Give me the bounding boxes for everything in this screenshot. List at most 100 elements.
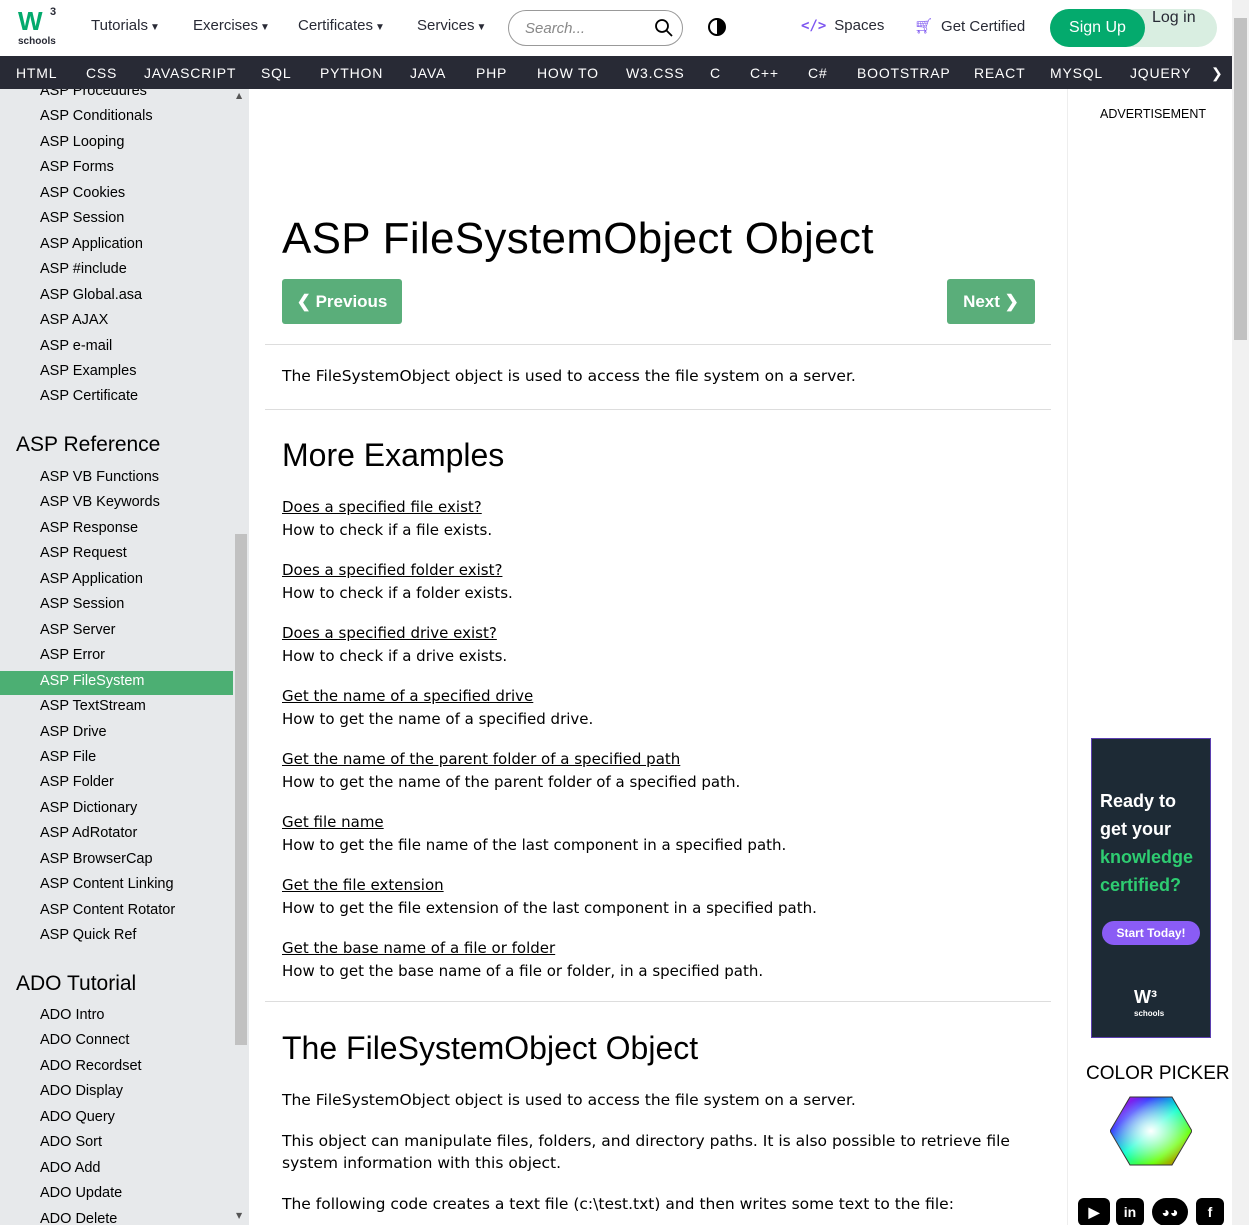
subnav-item[interactable]: SQL bbox=[261, 65, 291, 81]
sidebar-item[interactable]: ASP Error bbox=[40, 647, 105, 663]
sidebar-item[interactable]: ASP Cookies bbox=[40, 185, 125, 201]
logo-wordmark: schools bbox=[18, 36, 56, 47]
subnav-item[interactable]: HTML bbox=[16, 65, 57, 81]
sign-up-button[interactable]: Sign Up bbox=[1050, 9, 1145, 47]
sidebar-item[interactable]: ASP Application bbox=[40, 571, 143, 587]
sidebar-item[interactable]: ASP Session bbox=[40, 596, 124, 612]
example-link[interactable]: Get the name of a specified drive bbox=[282, 687, 533, 705]
subnav-next-arrow-icon[interactable]: ❯ bbox=[1211, 65, 1224, 82]
subnav-item[interactable]: C# bbox=[808, 65, 828, 81]
youtube-icon[interactable]: ▶ bbox=[1078, 1198, 1110, 1225]
sidebar-item[interactable]: ASP Quick Ref bbox=[40, 927, 136, 943]
sidebar-item[interactable]: ASP AJAX bbox=[40, 312, 108, 328]
example-link[interactable]: Get the base name of a file or folder bbox=[282, 939, 555, 957]
sidebar-item[interactable]: ASP AdRotator bbox=[40, 825, 137, 841]
subnav-item[interactable]: JAVA bbox=[410, 65, 446, 81]
search-icon[interactable] bbox=[654, 18, 674, 38]
sidebar-item[interactable]: ASP Content Rotator bbox=[40, 902, 175, 918]
spaces-label: Spaces bbox=[834, 17, 885, 34]
get-certified-link[interactable]: 🛒︎ Get Certified bbox=[914, 17, 1025, 35]
log-in-button[interactable]: Log in bbox=[1152, 9, 1196, 47]
sidebar-item[interactable]: ASP Drive bbox=[40, 724, 107, 740]
subnav-item[interactable]: C bbox=[710, 65, 721, 81]
sidebar-item[interactable]: ASP Procedures bbox=[40, 89, 147, 99]
example-link[interactable]: Does a specified folder exist? bbox=[282, 561, 502, 579]
example-description: How to get the file extension of the las… bbox=[282, 899, 817, 917]
search-box bbox=[508, 10, 683, 46]
fso-paragraph-3: The following code creates a text file (… bbox=[282, 1195, 954, 1213]
promo-line-3: knowledge bbox=[1100, 847, 1194, 867]
page-scroll-thumb[interactable] bbox=[1234, 18, 1247, 340]
subnav-item[interactable]: JQUERY bbox=[1130, 65, 1191, 81]
subnav-item[interactable]: JAVASCRIPT bbox=[144, 65, 236, 81]
sidebar-item[interactable]: ASP Global.asa bbox=[40, 287, 142, 303]
sidebar-item[interactable]: ASP Folder bbox=[40, 774, 114, 790]
sidebar-item[interactable]: ADO Sort bbox=[40, 1134, 102, 1150]
start-today-button[interactable]: Start Today! bbox=[1102, 921, 1200, 945]
sidebar-item[interactable]: ASP Session bbox=[40, 210, 124, 226]
sidebar-item[interactable]: ASP Conditionals bbox=[40, 108, 153, 124]
subnav-item[interactable]: C++ bbox=[750, 65, 779, 81]
next-button[interactable]: Next ❯ bbox=[947, 279, 1035, 324]
sidebar-item[interactable]: ASP Response bbox=[40, 520, 138, 536]
sidebar-item[interactable]: ASP TextStream bbox=[40, 698, 146, 714]
sidebar-item[interactable]: ASP Request bbox=[40, 545, 127, 561]
linkedin-icon[interactable]: in bbox=[1116, 1198, 1144, 1225]
example-link[interactable]: Get the name of the parent folder of a s… bbox=[282, 750, 680, 768]
tutorials-menu[interactable]: Tutorials ▼ bbox=[91, 17, 160, 34]
sidebar-item[interactable]: ADO Update bbox=[40, 1185, 122, 1201]
sidebar-item[interactable]: ASP VB Keywords bbox=[40, 494, 160, 510]
sidebar-item[interactable]: ASP BrowserCap bbox=[40, 851, 153, 867]
example-link[interactable]: Get file name bbox=[282, 813, 384, 831]
example-link[interactable]: Get the file extension bbox=[282, 876, 444, 894]
subnav-item[interactable]: HOW TO bbox=[537, 65, 599, 81]
sidebar-item[interactable]: ADO Connect bbox=[40, 1032, 129, 1048]
color-wheel-icon[interactable] bbox=[1110, 1095, 1192, 1167]
services-menu[interactable]: Services ▼ bbox=[417, 17, 486, 34]
subnav-item[interactable]: MYSQL bbox=[1050, 65, 1103, 81]
sidebar-item[interactable]: ADO Delete bbox=[40, 1211, 117, 1225]
subnav-item[interactable]: W3.CSS bbox=[626, 65, 684, 81]
sidebar-item[interactable]: ASP Content Linking bbox=[40, 876, 174, 892]
sidebar-item[interactable]: ASP Looping bbox=[40, 134, 124, 150]
subnav-item[interactable]: REACT bbox=[974, 65, 1025, 81]
example-link[interactable]: Does a specified file exist? bbox=[282, 498, 482, 516]
sidebar-item[interactable]: ADO Recordset bbox=[40, 1058, 142, 1074]
sidebar-item[interactable]: ADO Add bbox=[40, 1160, 100, 1176]
subnav-item[interactable]: PYTHON bbox=[320, 65, 383, 81]
facebook-icon[interactable]: f bbox=[1196, 1198, 1224, 1225]
subnav-item[interactable]: PHP bbox=[476, 65, 507, 81]
previous-button[interactable]: ❮ Previous bbox=[282, 279, 402, 324]
w3schools-logo[interactable]: W 3 schools bbox=[14, 6, 62, 48]
spaces-link[interactable]: </> Spaces bbox=[801, 17, 884, 34]
search-input[interactable] bbox=[525, 18, 645, 38]
sidebar-item[interactable]: ASP e-mail bbox=[40, 338, 112, 354]
discord-icon[interactable]: ◕◕ bbox=[1152, 1198, 1188, 1225]
sidebar-item-active[interactable]: ASP FileSystem bbox=[40, 673, 145, 689]
scroll-down-arrow-icon[interactable]: ▼ bbox=[236, 1211, 242, 1220]
sidebar-item[interactable]: ASP File bbox=[40, 749, 96, 765]
scroll-up-arrow-icon[interactable]: ▲ bbox=[236, 91, 242, 100]
sidebar-item[interactable]: ASP #include bbox=[40, 261, 127, 277]
certificates-menu[interactable]: Certificates ▼ bbox=[298, 17, 385, 34]
exercises-menu[interactable]: Exercises ▼ bbox=[193, 17, 270, 34]
sidebar-item[interactable]: ASP Dictionary bbox=[40, 800, 137, 816]
sidebar-item[interactable]: ADO Intro bbox=[40, 1007, 104, 1023]
certification-promo[interactable]: Ready to get your knowledge certified? S… bbox=[1091, 738, 1211, 1038]
sidebar-scroll-thumb[interactable] bbox=[235, 534, 247, 1045]
services-label: Services bbox=[417, 17, 475, 34]
subnav-item[interactable]: BOOTSTRAP bbox=[857, 65, 951, 81]
sidebar-item[interactable]: ASP Forms bbox=[40, 159, 114, 175]
sidebar-item[interactable]: ASP Application bbox=[40, 236, 143, 252]
sidebar-item[interactable]: ADO Query bbox=[40, 1109, 115, 1125]
dark-mode-toggle-icon[interactable] bbox=[708, 18, 726, 36]
sidebar-item[interactable]: ADO Display bbox=[40, 1083, 123, 1099]
sidebar-item[interactable]: ASP Server bbox=[40, 622, 116, 638]
sidebar-item[interactable]: ASP Certificate bbox=[40, 388, 138, 404]
sidebar-item[interactable]: ASP VB Functions bbox=[40, 469, 159, 485]
subnav-item[interactable]: CSS bbox=[86, 65, 117, 81]
get-certified-label: Get Certified bbox=[941, 18, 1026, 35]
sidebar-item[interactable]: ASP Examples bbox=[40, 363, 136, 379]
example-link[interactable]: Does a specified drive exist? bbox=[282, 624, 497, 642]
caret-down-icon: ▼ bbox=[476, 22, 487, 33]
